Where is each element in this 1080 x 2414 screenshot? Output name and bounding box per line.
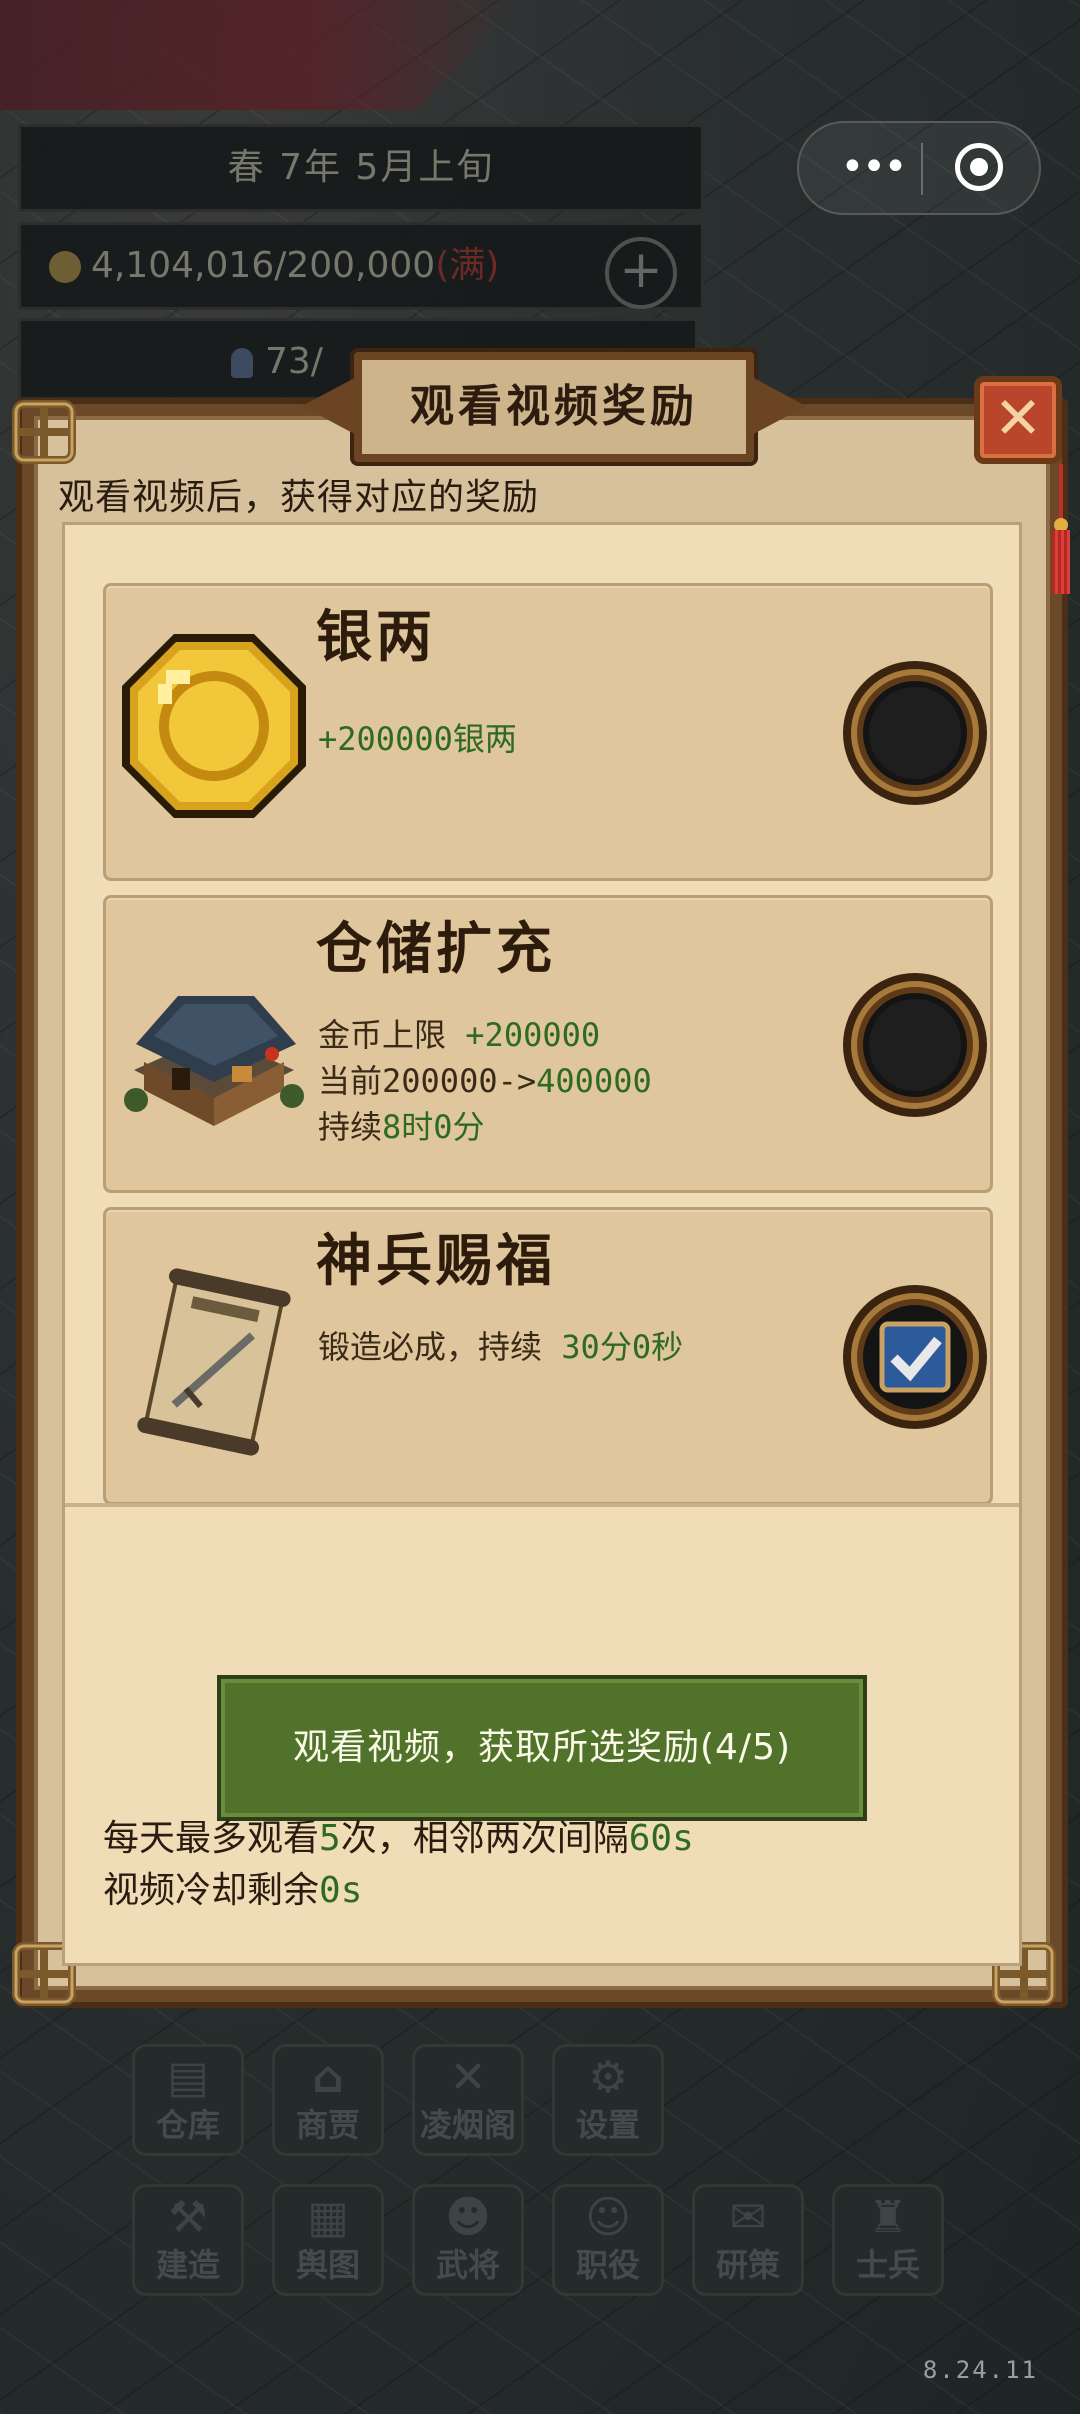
add-gold-button[interactable]: + <box>605 237 677 309</box>
menu-soldiers-button[interactable]: ♜ 士兵 <box>832 2184 944 2296</box>
close-miniprogram-icon[interactable] <box>955 143 1003 191</box>
daily-limit-note: 每天最多观看5次，相邻两次间隔60s <box>103 1818 694 1859</box>
map-icon: ▦ <box>307 2192 349 2243</box>
menu-warehouse-button[interactable]: ▤ 仓库 <box>132 2044 244 2156</box>
forging-scroll-icon <box>114 1262 314 1462</box>
corner-knot-icon <box>2 390 86 474</box>
gold-full-label: (满) <box>435 245 500 286</box>
crossed-swords-icon: ✕ <box>449 2052 487 2103</box>
gear-icon: ⚙ <box>588 2052 628 2103</box>
scroll-icon: ✉ <box>729 2192 767 2243</box>
reward-card-silver[interactable]: 银两 +200000银两 <box>103 583 993 881</box>
hammer-icon: ⚒ <box>168 2192 208 2243</box>
storehouse-icon <box>114 950 314 1150</box>
generals-icon: ☻ <box>445 2192 491 2243</box>
dialog-title: 观看视频奖励 <box>410 381 698 432</box>
reward-card-storage[interactable]: 仓储扩充 金币上限 +200000 当前200000->400000 持续8时0… <box>103 895 993 1193</box>
menu-settings-button[interactable]: ⚙ 设置 <box>552 2044 664 2156</box>
version-label: 8.24.11 <box>922 2356 1038 2384</box>
capsule-divider <box>921 143 923 195</box>
gold-amount: 4,104,016/200,000 <box>91 245 436 286</box>
content-divider <box>65 1503 1019 1507</box>
reward-title: 银两 <box>316 605 436 670</box>
watch-video-button[interactable]: 观看视频，获取所选奖励(4/5) <box>217 1675 867 1821</box>
dialog-subtitle: 观看视频后，获得对应的奖励 <box>58 477 540 518</box>
close-icon: ✕ <box>993 384 1043 452</box>
menu-workers-button[interactable]: ☺ 职役 <box>552 2184 664 2296</box>
reward-title: 神兵赐福 <box>316 1229 556 1294</box>
menu-map-button[interactable]: ▦ 舆图 <box>272 2184 384 2296</box>
blessing-detail-line: 锻造必成，持续 30分0秒 <box>318 1328 684 1366</box>
menu-lingyan-button[interactable]: ✕ 凌烟阁 <box>412 2044 524 2156</box>
select-blessing-checkbox[interactable] <box>840 1282 990 1432</box>
video-reward-dialog: 观看视频奖励 ✕ 观看视频后，获得对应的奖励 银两 +200000银两 仓储扩充… <box>12 352 1070 2008</box>
gold-coin-icon <box>114 626 314 826</box>
person-icon <box>231 348 253 378</box>
storage-current-line: 当前200000->400000 <box>318 1062 652 1100</box>
reward-card-blessing[interactable]: 神兵赐福 锻造必成，持续 30分0秒 <box>103 1207 993 1505</box>
reward-title: 仓储扩充 <box>316 917 556 982</box>
cooldown-note: 视频冷却剩余0s <box>103 1870 363 1911</box>
soldier-icon: ♜ <box>868 2192 908 2243</box>
market-icon: ⌂ <box>312 2052 344 2103</box>
dialog-content: 银两 +200000银两 仓储扩充 金币上限 +200000 当前200000-… <box>62 522 1022 1966</box>
select-silver-radio[interactable] <box>840 658 990 808</box>
gold-coin-small-icon <box>49 251 81 283</box>
warehouse-icon: ▤ <box>167 2052 209 2103</box>
close-dialog-button[interactable]: ✕ <box>974 376 1062 464</box>
tassel-ornament <box>1052 464 1070 594</box>
storage-cap-line: 金币上限 +200000 <box>318 1016 601 1054</box>
mini-program-capsule: ••• <box>797 121 1041 215</box>
menu-research-button[interactable]: ✉ 研策 <box>692 2184 804 2296</box>
menu-generals-button[interactable]: ☻ 武将 <box>412 2184 524 2296</box>
gold-resource-panel: 4,104,016/200,000(满) + <box>18 222 704 310</box>
worker-icon: ☺ <box>585 2192 631 2243</box>
more-options-icon[interactable]: ••• <box>833 147 913 189</box>
menu-build-button[interactable]: ⚒ 建造 <box>132 2184 244 2296</box>
menu-market-button[interactable]: ⌂ 商贾 <box>272 2044 384 2156</box>
select-storage-radio[interactable] <box>840 970 990 1120</box>
storage-duration-line: 持续8时0分 <box>318 1108 485 1146</box>
dialog-title-plate: 观看视频奖励 <box>302 352 806 462</box>
season-date-panel: 春 7年 5月上旬 <box>18 124 704 212</box>
reward-amount: +200000银两 <box>318 720 517 758</box>
population-amount: 73/ <box>265 341 323 382</box>
